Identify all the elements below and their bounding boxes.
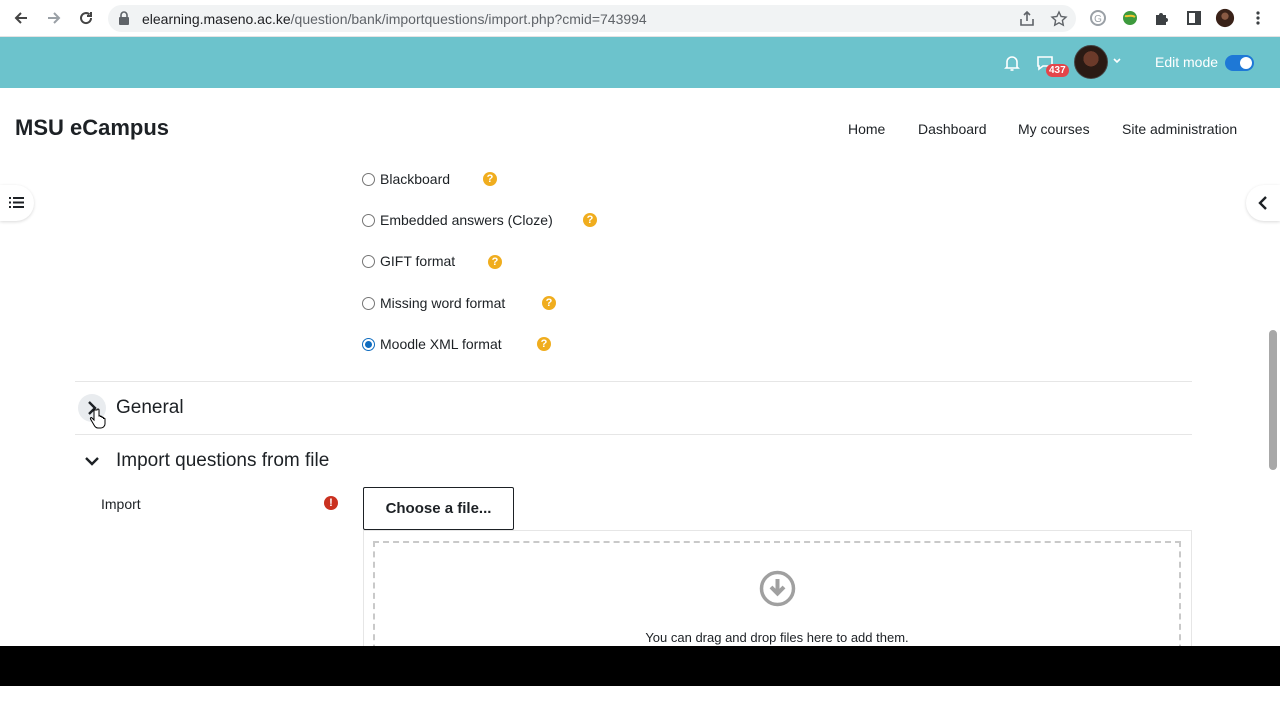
url-text: elearning.maseno.ac.ke/question/bank/imp…	[142, 11, 647, 27]
download-arrow-icon	[759, 570, 796, 607]
section-divider	[75, 381, 1192, 382]
forward-button[interactable]	[43, 7, 65, 29]
help-icon[interactable]: ?	[483, 172, 497, 186]
reload-icon	[80, 12, 93, 25]
help-icon[interactable]: ?	[537, 337, 551, 351]
format-option-cloze[interactable]: Embedded answers (Cloze)	[362, 210, 553, 230]
format-option-missing-word[interactable]: Missing word format	[362, 293, 505, 313]
profile-avatar-icon[interactable]	[1215, 8, 1235, 28]
browser-toolbar: elearning.maseno.ac.ke/question/bank/imp…	[0, 0, 1280, 37]
nav-site-administration[interactable]: Site administration	[1122, 121, 1237, 137]
address-bar[interactable]: elearning.maseno.ac.ke/question/bank/imp…	[108, 5, 1076, 32]
radio-button[interactable]	[362, 296, 375, 310]
nav-home[interactable]: Home	[848, 121, 885, 137]
messages-count-badge: 437	[1046, 64, 1069, 77]
hand-cursor-icon	[89, 408, 106, 429]
help-icon[interactable]: ?	[583, 213, 597, 227]
chevron-left-icon	[1258, 196, 1267, 210]
import-field-label: Import	[101, 496, 141, 512]
section-title-general[interactable]: General	[116, 397, 184, 419]
browser-menu-icon[interactable]	[1248, 8, 1268, 28]
format-label: Moodle XML format	[380, 336, 502, 352]
section-divider	[75, 434, 1192, 435]
radio-button[interactable]	[362, 172, 375, 186]
list-icon	[9, 197, 24, 208]
svg-text:G: G	[1094, 14, 1102, 25]
help-icon[interactable]: ?	[542, 296, 556, 310]
reload-button[interactable]	[75, 7, 97, 29]
globe-extension-icon[interactable]	[1120, 8, 1140, 28]
format-option-blackboard[interactable]: Blackboard	[362, 169, 450, 189]
arrow-left-icon	[14, 12, 27, 24]
format-label: Embedded answers (Cloze)	[380, 212, 553, 228]
radio-button-selected[interactable]	[362, 337, 375, 351]
toggle-knob	[1240, 57, 1252, 69]
chevron-down-icon[interactable]	[1112, 56, 1122, 66]
lock-icon	[119, 11, 129, 25]
nav-dashboard[interactable]: Dashboard	[918, 121, 987, 137]
choose-file-button[interactable]: Choose a file...	[363, 487, 514, 530]
nav-my-courses[interactable]: My courses	[1018, 121, 1090, 137]
user-avatar[interactable]	[1074, 45, 1108, 79]
format-label: GIFT format	[380, 253, 456, 269]
share-icon[interactable]	[1018, 10, 1036, 28]
page-scrollbar-thumb[interactable]	[1269, 330, 1277, 470]
help-icon[interactable]: ?	[488, 255, 502, 269]
bookmark-star-icon[interactable]	[1050, 10, 1068, 28]
notifications-bell-icon[interactable]	[1003, 54, 1021, 72]
format-label: Missing word format	[380, 295, 506, 311]
course-index-drawer-button[interactable]	[0, 185, 34, 221]
google-extension-icon[interactable]: G	[1088, 8, 1108, 28]
import-section-toggle[interactable]	[78, 447, 106, 475]
format-option-gift[interactable]: GIFT format	[362, 251, 455, 271]
video-bottom-bar	[0, 646, 1280, 686]
format-option-moodle-xml[interactable]: Moodle XML format	[362, 334, 502, 354]
edit-mode-toggle[interactable]	[1225, 55, 1254, 71]
edit-mode-label: Edit mode	[1155, 54, 1219, 70]
block-drawer-button[interactable]	[1246, 185, 1280, 221]
side-panel-icon[interactable]	[1184, 8, 1204, 28]
radio-button[interactable]	[362, 254, 375, 268]
dropzone-message: You can drag and drop files here to add …	[645, 630, 909, 645]
section-title-import-from-file[interactable]: Import questions from file	[116, 450, 329, 472]
chevron-down-icon	[85, 457, 99, 466]
radio-button[interactable]	[362, 213, 375, 227]
back-button[interactable]	[10, 7, 32, 29]
required-icon: !	[324, 496, 338, 510]
arrow-right-icon	[48, 12, 61, 24]
puzzle-extensions-icon[interactable]	[1152, 8, 1172, 28]
site-name[interactable]: MSU eCampus	[15, 115, 169, 141]
format-label: Blackboard	[380, 171, 451, 187]
